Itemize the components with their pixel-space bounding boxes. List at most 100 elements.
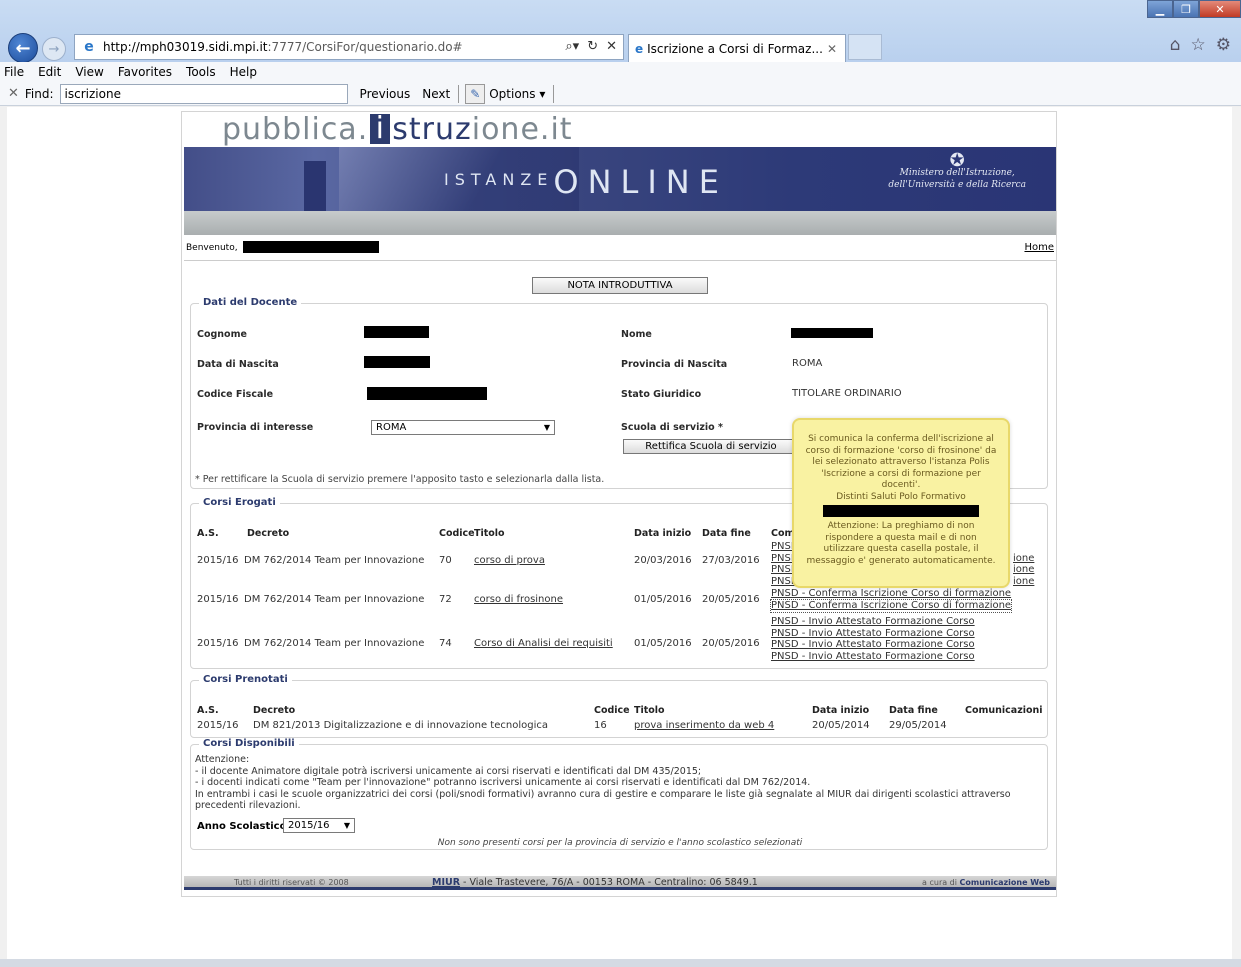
redacted-data-nascita (364, 356, 430, 368)
cell-data-fine: 27/03/2016 (702, 555, 760, 566)
search-icon[interactable]: ⌕▾ (565, 39, 579, 54)
menu-favorites[interactable]: Favorites (118, 65, 172, 79)
cell-as: 2015/16 (197, 555, 239, 566)
anno-scolastico-select[interactable]: 2015/16 ▼ (283, 818, 355, 833)
site-logo[interactable]: pubblica. i struz ione .it (222, 112, 573, 147)
ie-icon: e (84, 39, 94, 55)
home-icon[interactable]: ⌂ (1170, 35, 1181, 55)
course-link[interactable]: prova inserimento da web 4 (634, 720, 774, 731)
find-previous-button[interactable]: Previous (360, 87, 411, 101)
emblem-icon: ✪ (949, 150, 965, 171)
provincia-nascita-label: Provincia di Nascita (621, 359, 728, 370)
home-link[interactable]: Home (1024, 242, 1054, 253)
nome-label: Nome (621, 329, 652, 340)
footer-address: MIUR - Viale Trastevere, 76/A - 00153 RO… (432, 877, 758, 888)
back-button[interactable]: ← (8, 33, 38, 63)
new-tab-button[interactable] (848, 34, 882, 60)
col-header-codice: Codice (439, 528, 475, 539)
comunicazione-web-link[interactable]: Comunicazione Web (960, 878, 1050, 887)
cell-as: 2015/16 (197, 638, 239, 649)
comunicazione-link[interactable]: PNSD - Conferma Iscrizione Corso di form… (769, 599, 1013, 613)
course-link[interactable]: corso di frosinone (474, 594, 563, 605)
miur-link[interactable]: MIUR (432, 877, 460, 888)
comunicazione-link[interactable]: PNSD - Conferma Iscrizione Corso di form… (771, 588, 1011, 600)
tab-active[interactable]: e Iscrizione a Corsi di Formaz... ✕ (628, 34, 846, 62)
separator (458, 84, 460, 103)
corsi-prenotati-section: Corsi Prenotati A.S. Decreto Codice Tito… (190, 674, 1048, 738)
find-input[interactable] (59, 83, 348, 104)
menu-view[interactable]: View (75, 65, 103, 79)
comunicazione-link[interactable]: PNSD - Invio Attestato Formazione Corso (771, 616, 975, 628)
find-next-button[interactable]: Next (422, 87, 450, 101)
find-bar: ✕ Find: Previous Next ✎ Options ▾ (0, 82, 1241, 106)
scrollbar[interactable] (1232, 107, 1241, 959)
section-title: Corsi Disponibili (199, 738, 299, 749)
address-tools: ⌕▾ ↻ ✕ (565, 39, 617, 54)
codice-fiscale-label: Codice Fiscale (197, 389, 274, 400)
close-window-button[interactable]: ✕ (1199, 0, 1241, 18)
menu-bar: File Edit View Favorites Tools Help (0, 62, 1241, 82)
arrow-left-icon: ← (15, 37, 31, 59)
data-nascita-label: Data di Nascita (197, 359, 279, 370)
close-find-icon[interactable]: ✕ (8, 86, 19, 101)
col-header-data-inizio: Data inizio (812, 705, 870, 716)
col-header-data-inizio: Data inizio (634, 528, 692, 539)
cell-data-fine: 20/05/2016 (702, 638, 760, 649)
rettifica-scuola-button[interactable]: Rettifica Scuola di servizio (623, 439, 799, 454)
divider (184, 260, 1056, 261)
banner-decoration (304, 161, 326, 211)
address-bar[interactable]: e http://mph03019.sidi.mpi.it:7777/Corsi… (74, 34, 624, 60)
cell-decreto: DM 762/2014 Team per Innovazione (244, 555, 425, 566)
nota-introduttiva-button[interactable]: NOTA INTRODUTTIVA (532, 277, 708, 294)
message-tooltip: Si comunica la conferma dell'iscrizione … (792, 418, 1010, 588)
comunicazione-link[interactable]: PNSD - Invio Attestato Formazione Corso (771, 651, 975, 663)
section-title: Corsi Prenotati (199, 674, 292, 685)
stato-giuridico-label: Stato Giuridico (621, 389, 702, 400)
comunicazione-link[interactable]: PNSD - Invio Attestato Formazione Corso (771, 639, 975, 651)
cell-decreto: DM 821/2013 Digitalizzazione e di innova… (253, 720, 548, 731)
col-header-data-fine: Data fine (702, 528, 751, 539)
highlight-icon[interactable]: ✎ (465, 83, 486, 104)
anno-scolastico-label: Anno Scolastico (197, 821, 287, 832)
forward-button[interactable]: → (42, 37, 66, 61)
welcome-text: Benvenuto, (186, 243, 238, 253)
comunicazione-link[interactable]: ione (1013, 564, 1034, 576)
attenzione-notice: Attenzione: - il docente Animatore digit… (195, 754, 1011, 811)
cell-codice: 70 (439, 555, 452, 566)
cell-codice: 16 (594, 720, 607, 731)
stop-icon[interactable]: ✕ (606, 39, 617, 54)
close-tab-icon[interactable]: ✕ (827, 42, 837, 56)
gear-icon[interactable]: ⚙ (1216, 35, 1231, 55)
col-header-as: A.S. (197, 705, 219, 716)
corsi-disponibili-section: Corsi Disponibili Attenzione: - il docen… (190, 738, 1048, 850)
menu-tools[interactable]: Tools (186, 65, 216, 79)
cell-as: 2015/16 (197, 720, 239, 731)
course-link[interactable]: corso di prova (474, 555, 545, 566)
provincia-interesse-select[interactable]: ROMA ▼ (371, 420, 555, 435)
menu-file[interactable]: File (4, 65, 24, 79)
cell-decreto: DM 762/2014 Team per Innovazione (244, 594, 425, 605)
dropdown-arrow-icon: ▼ (343, 821, 350, 830)
favorites-star-icon[interactable]: ☆ (1191, 35, 1206, 55)
cell-codice: 72 (439, 594, 452, 605)
cell-data-fine: 20/05/2016 (702, 594, 760, 605)
refresh-icon[interactable]: ↻ (587, 39, 598, 54)
minimize-button[interactable]: ▁ (1147, 0, 1173, 18)
cell-as: 2015/16 (197, 594, 239, 605)
comunicazione-link[interactable]: ione (1013, 576, 1034, 588)
course-link[interactable]: Corso di Analisi dei requisiti (474, 638, 613, 649)
tab-title: Iscrizione a Corsi di Formaz... (647, 41, 823, 56)
status-bar (0, 959, 1241, 967)
no-corsi-message: Non sono presenti corsi per la provincia… (437, 838, 803, 848)
window-controls: ▁ ❐ ✕ (1147, 0, 1241, 18)
arrow-right-icon: → (48, 41, 60, 57)
footer-credit: a cura di Comunicazione Web (922, 878, 1050, 887)
find-options-button[interactable]: Options ▾ (489, 87, 545, 101)
menu-help[interactable]: Help (230, 65, 257, 79)
menu-edit[interactable]: Edit (38, 65, 61, 79)
user-bar: Benvenuto, Home (184, 241, 1056, 257)
col-header-titolo: Titolo (634, 705, 665, 716)
col-header-codice: Codice (594, 705, 630, 716)
maximize-button[interactable]: ❐ (1173, 0, 1199, 18)
section-title: Dati del Docente (199, 297, 302, 308)
